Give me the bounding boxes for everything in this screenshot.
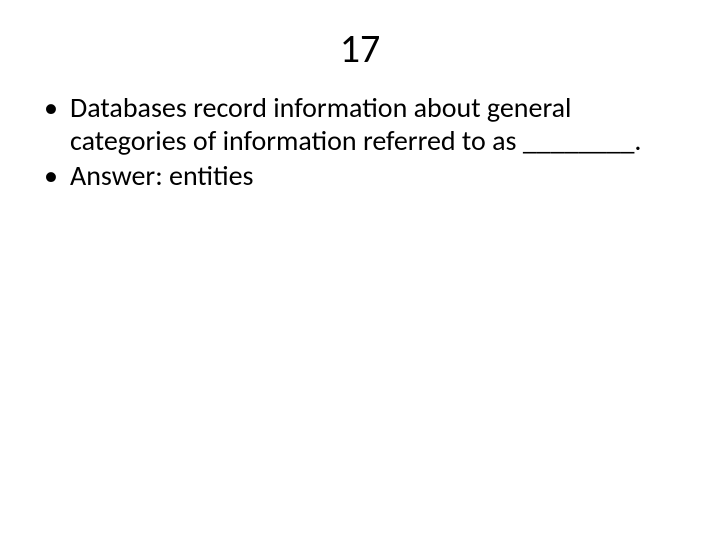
list-item: Answer: entities [36, 159, 684, 192]
bullet-list: Databases record information about gener… [36, 91, 684, 192]
slide-body: Databases record information about gener… [0, 91, 720, 192]
slide-title: 17 [0, 0, 720, 91]
slide: 17 Databases record information about ge… [0, 0, 720, 540]
list-item: Databases record information about gener… [36, 91, 684, 157]
